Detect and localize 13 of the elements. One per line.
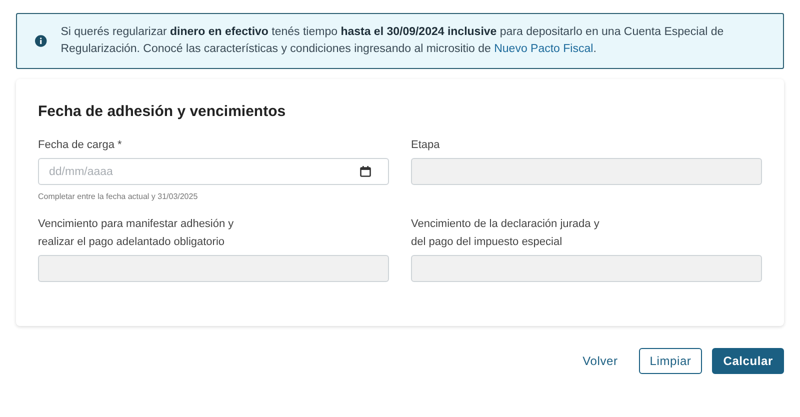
clear-button[interactable]: Limpiar xyxy=(638,348,702,374)
field-hint: Completar entre la fecha actual y 31/03/2025 xyxy=(38,192,199,201)
back-button[interactable]: Volver xyxy=(572,348,629,374)
field-label: Vencimiento para manifestar adhesión y realizar el pago adelantado obligatorio xyxy=(38,217,235,250)
microsite-link[interactable]: Nuevo Pacto Fiscal xyxy=(494,43,594,55)
field-label: Etapa xyxy=(411,138,441,153)
date-field[interactable]: dd/mm/aaaa xyxy=(38,158,389,185)
alert-message: Si querés regularizar dinero en efectivo tenés tiempo hasta el 30/09/2024 inclusive para depositarlo en una Cuenta Especial de Regularización. Conocé las características y condiciones ingresando al micrositio de Nuevo Pacto Fiscal. xyxy=(60,25,725,57)
calculate-button[interactable]: Calcular xyxy=(712,348,784,374)
field-label: Fecha de carga * xyxy=(38,138,123,153)
field-label: Vencimiento de la declaración jurada y del pago del impuesto especial xyxy=(411,217,600,250)
section-title: Fecha de adhesión y vencimientos xyxy=(38,103,287,120)
calendar-icon[interactable] xyxy=(360,166,371,177)
